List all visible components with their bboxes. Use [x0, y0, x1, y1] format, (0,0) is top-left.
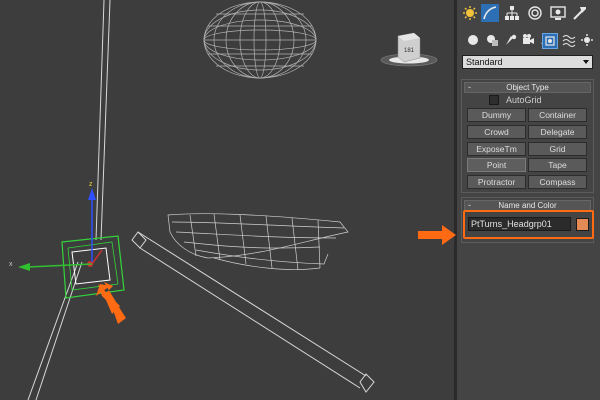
lights-icon[interactable] [503, 32, 519, 48]
motion-icon[interactable] [526, 4, 544, 22]
viewport[interactable]: 181 z x [0, 0, 454, 400]
collapse-minus-icon[interactable]: - [468, 201, 471, 210]
callout-arrow-viewport-icon [96, 282, 126, 324]
view-cube[interactable]: 181 [380, 32, 438, 67]
collapse-minus-icon[interactable]: - [468, 83, 471, 92]
helpers-icon-active[interactable] [542, 33, 558, 49]
object-type-header[interactable]: - Object Type [464, 82, 591, 93]
cameras-icon[interactable] [520, 32, 536, 48]
category-dropdown[interactable]: Standard [462, 55, 593, 69]
tape-helper [131, 231, 375, 393]
axis-x-label: x [9, 261, 13, 268]
container-button[interactable]: Container [528, 108, 587, 122]
display-icon[interactable] [549, 4, 567, 22]
transform-gizmo: z x [9, 181, 103, 271]
systems-icon[interactable] [579, 32, 595, 48]
object-color-swatch[interactable] [576, 218, 589, 231]
utilities-icon[interactable] [571, 4, 589, 22]
crowd-button[interactable]: Crowd [467, 125, 526, 139]
point-helper-selected [61, 235, 125, 299]
dummy-button[interactable]: Dummy [467, 108, 526, 122]
point-button[interactable]: Point [467, 158, 526, 172]
callout-arrow-right-icon [418, 225, 456, 245]
create-icon[interactable] [461, 4, 479, 22]
chevron-down-icon [583, 60, 589, 64]
shapes-icon[interactable] [484, 32, 500, 48]
protractor-button[interactable]: Protractor [467, 175, 526, 189]
wireframe-sphere [203, 1, 317, 79]
tape-lines [27, 0, 111, 400]
autogrid-label: AutoGrid [506, 95, 542, 105]
tape-button[interactable]: Tape [528, 158, 587, 172]
name-and-color-title: Name and Color [498, 201, 557, 210]
object-name-field[interactable]: PtTurns_Headgrp01 [468, 217, 571, 231]
view-cube-label: 181 [404, 48, 415, 54]
geometry-icon[interactable] [465, 32, 481, 48]
delegate-button[interactable]: Delegate [528, 125, 587, 139]
viewport-scene: 181 z x [9, 0, 438, 400]
category-dropdown-value: Standard [466, 57, 503, 67]
axis-z-label: z [89, 181, 93, 188]
object-type-title: Object Type [506, 83, 549, 92]
autogrid-checkbox[interactable] [489, 95, 499, 105]
compass-button[interactable]: Compass [528, 175, 587, 189]
space-warps-icon[interactable] [561, 32, 577, 48]
wireframe-bowl [167, 213, 349, 271]
exposetm-button[interactable]: ExposeTm [467, 142, 526, 156]
modify-icon[interactable] [481, 4, 499, 22]
hierarchy-icon[interactable] [503, 4, 521, 22]
grid-button[interactable]: Grid [528, 142, 587, 156]
